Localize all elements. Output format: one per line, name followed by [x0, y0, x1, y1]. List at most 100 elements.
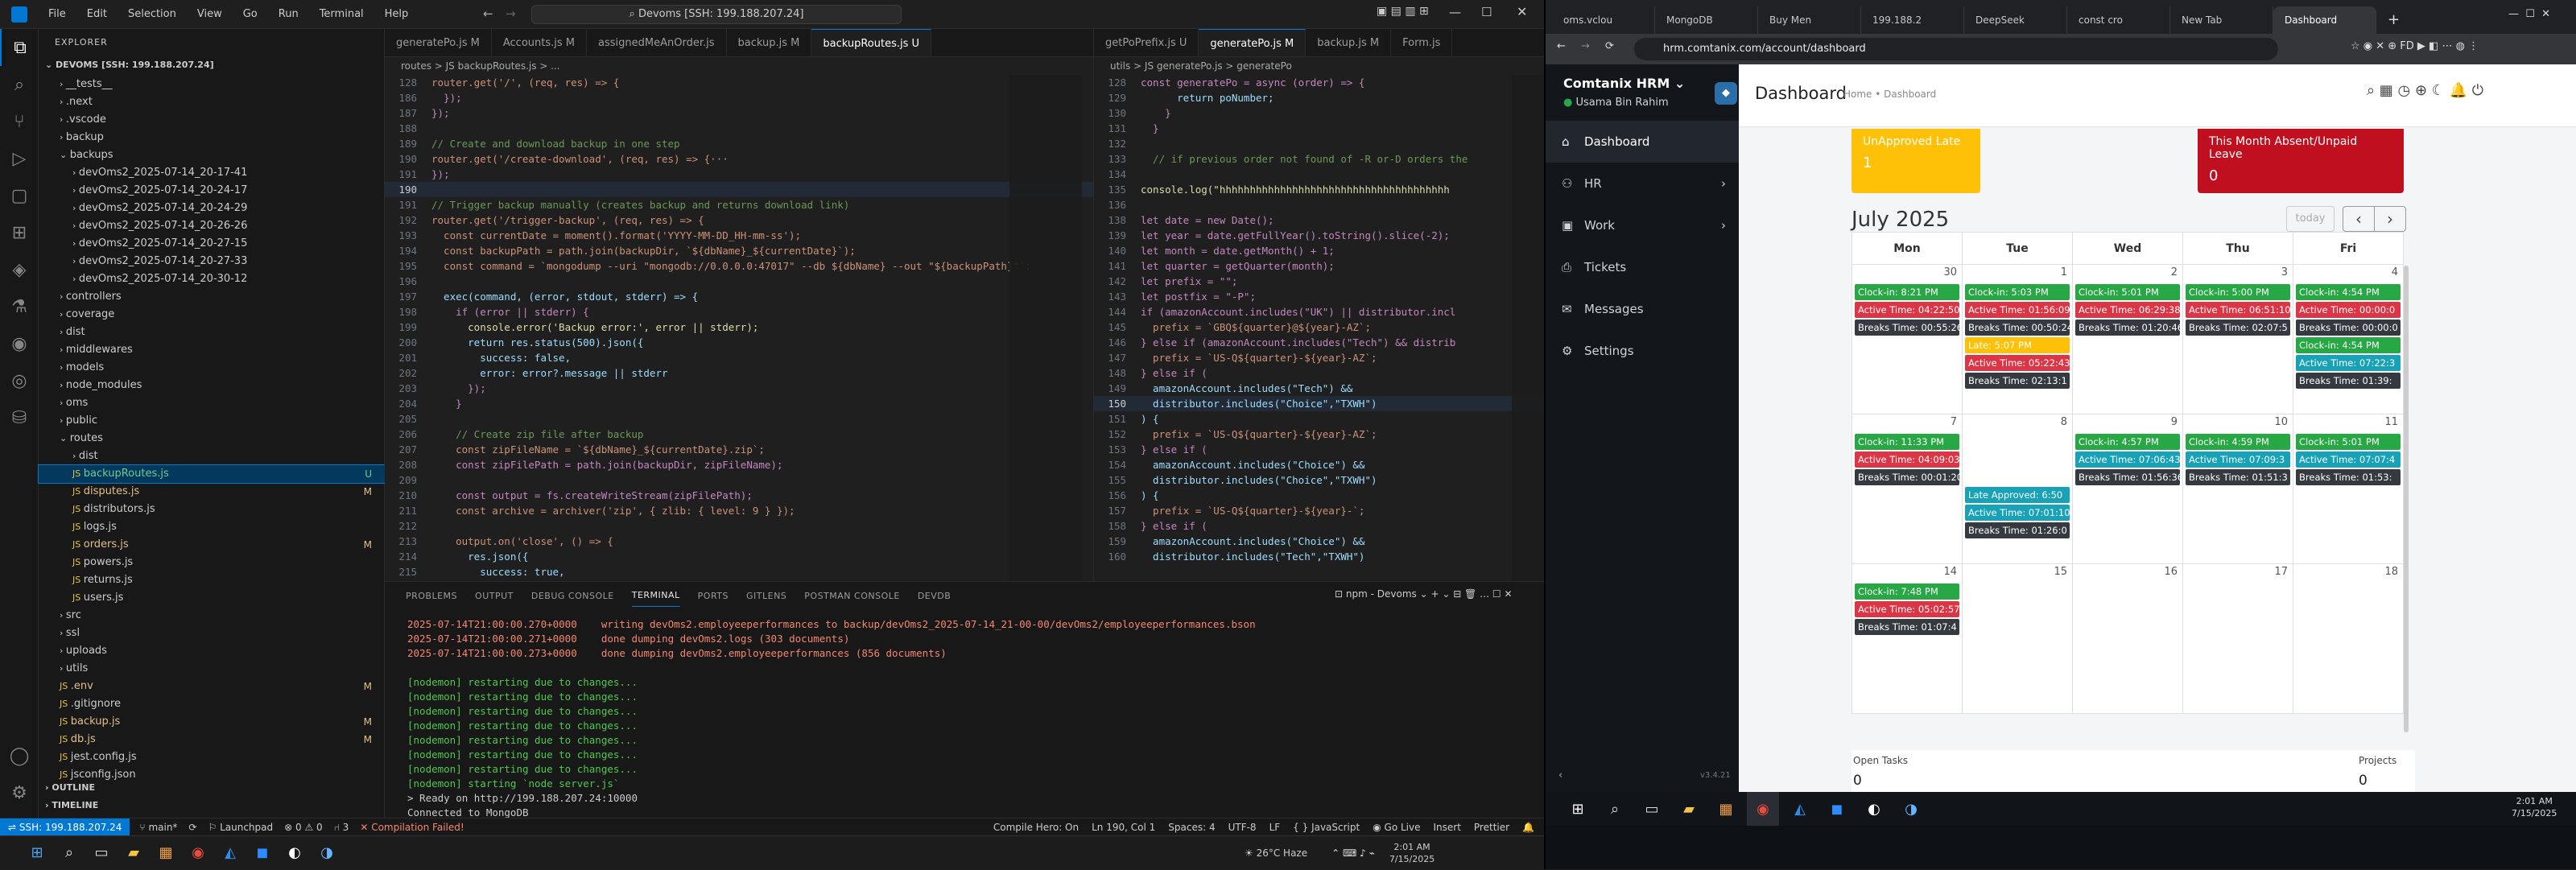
code-line[interactable]: 133 // if previous order not found of -R…	[1094, 151, 1544, 167]
code-line[interactable]: 147 prefix = `US-Q${quarter}-${year}-AZ`…	[1094, 350, 1544, 365]
folder-item[interactable]: › middlewares	[39, 341, 385, 359]
calendar-event[interactable]: Active Time: 07:07:4	[2296, 451, 2401, 468]
code-line[interactable]: 152 prefix = `US-Q${quarter}-${year}-AZ`…	[1094, 427, 1544, 442]
folder-item[interactable]: ⌄ routes	[39, 430, 385, 447]
file-item[interactable]: JS backup.js M	[39, 713, 385, 731]
code-line[interactable]: 142 let prefix = "";	[1094, 274, 1544, 289]
panel-tab-postman-console[interactable]: POSTMAN CONSOLE	[804, 591, 900, 601]
terminal-output[interactable]: 2025-07-14T21:00:00.270+0000 writing dev…	[407, 617, 1256, 820]
code-line[interactable]: 134	[1094, 167, 1544, 182]
menu-item-help[interactable]: Help	[375, 0, 419, 29]
code-line[interactable]: 205	[385, 411, 1093, 427]
notifications-bell-icon[interactable]: 🔔	[1522, 822, 1534, 833]
docker-icon[interactable]: ◉	[0, 325, 39, 362]
code-line[interactable]: 150 distributor.includes("Choice","TXWH"…	[1094, 396, 1544, 411]
topbar-icons[interactable]: ⌕ ▦ ◷ ⊕ ☾ 🔔 ⏻	[2367, 82, 2483, 99]
folder-item[interactable]: › public	[39, 412, 385, 430]
calendar-day[interactable]: 2 Clock-in: 5:01 PM Active Time: 06:29:38 B…	[2072, 264, 2183, 414]
sidebar-item-tickets[interactable]: ⎙ Tickets	[1546, 246, 1739, 288]
calendar-day[interactable]: 7 Clock-in: 11:33 PM Active Time: 04:09:03…	[1852, 414, 1963, 564]
code-line[interactable]: 187});	[385, 105, 1093, 121]
file-explorer-icon[interactable]: ▰	[118, 836, 150, 870]
calendar-event[interactable]: Breaks Time: 01:20:46	[2075, 320, 2180, 336]
calendar-event[interactable]: Active Time: 07:22:3	[2296, 355, 2401, 371]
calendar-day[interactable]: 10 Clock-in: 4:59 PM Active Time: 07:09:3 B…	[2182, 414, 2293, 564]
folder-item[interactable]: › .vscode	[39, 111, 385, 129]
cursor-position[interactable]: Ln 190, Col 1	[1092, 822, 1155, 833]
prev-month-button[interactable]: ‹	[2343, 206, 2375, 232]
calendar-day[interactable]: 4 Clock-in: 4:54 PM Active Time: 00:00:0 Br…	[2293, 264, 2404, 414]
reload-icon[interactable]: ⟳	[1605, 40, 1614, 52]
calendar-event[interactable]	[1965, 451, 2070, 468]
code-line[interactable]: 128 router.get('/', (req, res) => {	[385, 75, 1093, 90]
language-mode[interactable]: { } JavaScript	[1293, 822, 1360, 833]
explorer-icon[interactable]: ⧉	[0, 29, 39, 66]
code-line[interactable]: 186 });	[385, 90, 1093, 105]
timeline-section[interactable]: › TIMELINE	[45, 800, 98, 810]
file-item[interactable]: JS .gitignore	[39, 695, 385, 713]
company-switcher[interactable]: Comtanix HRM ⌄	[1563, 76, 1685, 91]
terminal-selector[interactable]: ⊡ npm - Devoms ⌄ + ⌄ ⊟ 🗑 … ☐ ✕	[1335, 588, 1513, 600]
folder-item[interactable]: › devOms2_2025-07-14_20-27-15	[39, 235, 385, 253]
editor-tab[interactable]: assignedMeAnOrder.js	[587, 29, 727, 56]
calendar-event[interactable]: Clock-in: 4:59 PM	[2186, 434, 2290, 450]
calendar-event[interactable]: Clock-in: 5:03 PM	[1965, 284, 2070, 300]
editor-tab[interactable]: backup.js M	[1306, 29, 1392, 56]
editor-tab[interactable]: backup.js M	[727, 29, 812, 56]
folder-item[interactable]: › models	[39, 359, 385, 377]
account-icon[interactable]: ◯	[0, 737, 39, 774]
calendar-day[interactable]: 15	[1962, 563, 2073, 714]
code-line[interactable]: 132	[1094, 136, 1544, 151]
file-item[interactable]: JS .env M	[39, 678, 385, 695]
code-line[interactable]: 140 let month = date.getMonth() + 1;	[1094, 243, 1544, 258]
code-line[interactable]: 154 amazonAccount.includes("Choice") &&	[1094, 457, 1544, 472]
calendar-day[interactable]: 18	[2293, 563, 2404, 714]
forward-icon[interactable]: →	[1581, 40, 1590, 52]
collapse-sidebar-icon[interactable]: ‹	[1558, 769, 1563, 781]
calendar-event[interactable]: Active Time: 05:02:57	[1855, 601, 1959, 617]
code-line[interactable]: 189 // Create and download backup in one …	[385, 136, 1093, 151]
chrome-icon[interactable]: ◉	[182, 836, 214, 870]
code-line[interactable]: 129 return poNumber;	[1094, 90, 1544, 105]
calendar-event[interactable]: Breaks Time: 02:13:1	[1965, 373, 2070, 389]
calendar-event[interactable]: Active Time: 04:22:50	[1855, 302, 1959, 318]
folder-item[interactable]: › devOms2_2025-07-14_20-17-41	[39, 164, 385, 182]
folder-item[interactable]: › devOms2_2025-07-14_20-26-26	[39, 217, 385, 235]
folder-item[interactable]: › backup	[39, 129, 385, 146]
store-icon[interactable]: ▦	[1710, 792, 1742, 826]
postman-icon[interactable]: ◎	[0, 362, 39, 399]
panel-tab-ports[interactable]: PORTS	[698, 591, 729, 601]
nav-forward-icon[interactable]: →	[506, 6, 516, 21]
calendar-event[interactable]: Clock-in: 7:48 PM	[1855, 583, 1959, 600]
app2-icon[interactable]: ◑	[311, 836, 343, 870]
panel-tab-problems[interactable]: PROBLEMS	[406, 591, 457, 601]
browser-tab[interactable]: oms.vclou	[1552, 6, 1655, 34]
code-line[interactable]: 128 const generatePo = async (order) => {	[1094, 75, 1544, 90]
gitlens-icon[interactable]: ◈	[0, 251, 39, 288]
zoom-icon[interactable]: ◼	[1821, 792, 1853, 826]
calendar-event[interactable]: Clock-in: 4:54 PM	[2296, 337, 2401, 353]
insert-mode[interactable]: Insert	[1433, 822, 1460, 833]
calendar-event[interactable]: Breaks Time: 01:26:0	[1965, 522, 2070, 538]
calendar-event[interactable]: Breaks Time: 00:01:20	[1855, 469, 1959, 485]
app-icon[interactable]: ◐	[279, 836, 311, 870]
calendar-event[interactable]: Active Time: 07:01:10	[1965, 505, 2070, 521]
folder-item[interactable]: › ssl	[39, 625, 385, 642]
file-item[interactable]: JS orders.js M	[39, 536, 385, 554]
code-line[interactable]: 160 distributor.includes("Tech","TXWH")	[1094, 549, 1544, 564]
task-view-icon[interactable]: ▭	[1636, 792, 1668, 826]
file-item[interactable]: JS jest.config.js	[39, 748, 385, 766]
code-line[interactable]: 148} else if (	[1094, 365, 1544, 381]
back-icon[interactable]: ←	[1557, 40, 1566, 52]
menu-item-edit[interactable]: Edit	[77, 0, 117, 29]
calendar-event[interactable]: Breaks Time: 01:07:4	[1855, 619, 1959, 635]
calendar-event[interactable]: Clock-in: 5:01 PM	[2296, 434, 2401, 450]
code-line[interactable]: 135 console.log("hhhhhhhhhhhhhhhhhhhhhhhh…	[1094, 182, 1544, 197]
extension-icons[interactable]: ☆ ◉ ✕ ⊕ FD ▶ ◧ ⋯ ◍ ⋮	[2351, 40, 2479, 52]
run-debug-icon[interactable]: ▷	[0, 140, 39, 177]
folder-item[interactable]: › .next	[39, 93, 385, 111]
command-center-search[interactable]: ⌕ Devoms [SSH: 199.188.207.24]	[531, 5, 902, 24]
calendar-day[interactable]: 17	[2182, 563, 2293, 714]
file-item[interactable]: JS disputes.js M	[39, 483, 385, 501]
layout-icons[interactable]: ▣ ▤ ▥ ⊞	[1377, 5, 1429, 18]
